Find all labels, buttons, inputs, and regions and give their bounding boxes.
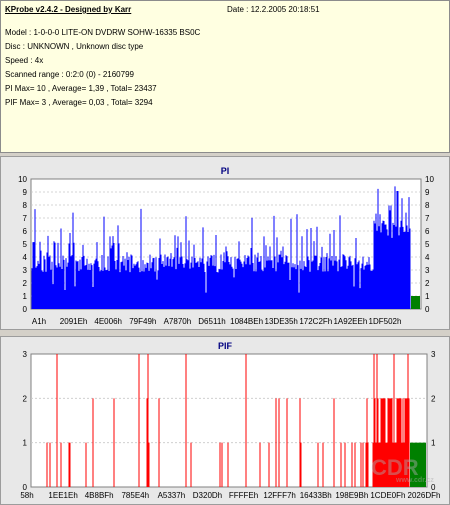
pif-chart-panel: PIF 0 0 1 1 2 2 3 3 58h 1EE1Eh 4B8BFh 785E4h A5337h D… [0,336,450,505]
pif-x-tick: 1CDE0Fh [370,491,405,500]
pi-y-tick-right: 4 [425,253,430,262]
watermark-url: www.cdr.cz [396,477,434,484]
pi-y-tick-left: 7 [23,214,28,223]
pi-x-tick: A1h [32,317,46,326]
pif-y-tick-left: 2 [23,394,28,403]
pi-x-tick: D6511h [198,317,225,326]
pi-x-tick: 1084BEh [230,317,263,326]
pi-y-tick-left: 0 [23,305,28,314]
pi-y-tick-right: 0 [425,305,430,314]
pi-x-tick: 172C2Fh [299,317,332,326]
pif-y-tick-right: 1 [431,439,436,448]
pi-y-tick-left: 10 [18,175,27,184]
pif-x-tick: FFFFEh [229,491,258,500]
pif-y-tick-right: 2 [431,394,436,403]
info-panel: KProbe v2.4.2 - Designed by Karr Date : … [0,0,450,153]
pif-x-tick: A5337h [158,491,186,500]
pi-y-tick-right: 6 [425,227,430,236]
pif-x-tick: 1EE1Eh [48,491,77,500]
pif-x-tick: 785E4h [121,491,149,500]
pi-y-tick-left: 9 [23,188,28,197]
pif-x-tick: 2026DFh [408,491,441,500]
pif-x-tick: 4B8BFh [85,491,114,500]
pi-x-tick: 13DE35h [265,317,298,326]
pi-chart-panel: PI 0 0 1 1 2 2 3 3 4 4 5 5 6 6 7 7 8 8 9 9 10 10 A1h 2091Eh 4E00… [0,156,450,330]
pi-y-tick-right: 9 [425,188,430,197]
pif-y-tick-right: 3 [431,350,436,359]
pif-x-tick: 58h [20,491,33,500]
pi-y-tick-left: 1 [23,292,28,301]
pi-y-tick-left: 2 [23,279,28,288]
pi-x-tick: 1A92EEh [333,317,367,326]
pif-stats-line: PIF Max= 3 , Average= 0,03 , Total= 3294 [5,98,153,107]
pi-y-tick-left: 4 [23,253,28,262]
pi-stats-line: PI Max= 10 , Average= 1,39 , Total= 2343… [5,84,157,93]
pif-x-tick: D320Dh [193,491,222,500]
pi-y-tick-right: 8 [425,201,430,210]
pif-x-tick: 16433Bh [300,491,332,500]
pi-y-tick-left: 6 [23,227,28,236]
pi-x-tick: 79F49h [129,317,156,326]
pi-y-tick-left: 8 [23,201,28,210]
disc-line: Disc : UNKNOWN , Unknown disc type [5,42,144,51]
pi-y-tick-right: 2 [425,279,430,288]
pi-speed-bar [411,296,420,309]
range-line: Scanned range : 0:2:0 (0) - 2160799 [5,70,134,79]
model-line: Model : 1-0-0-0 LITE-ON DVDRW SOHW-16335… [5,28,201,37]
pi-x-tick: A7870h [164,317,192,326]
pi-y-tick-right: 7 [425,214,430,223]
pi-x-tick: 1DF502h [369,317,402,326]
pi-y-tick-right: 3 [425,266,430,275]
pif-x-tick: 198E9Bh [335,491,368,500]
pif-y-tick-left: 3 [23,350,28,359]
pi-y-tick-right: 10 [425,175,434,184]
speed-line: Speed : 4x [5,56,44,65]
pif-y-tick-left: 1 [23,439,28,448]
pi-x-tick: 2091Eh [60,317,88,326]
pif-x-tick: 12FFF7h [263,491,295,500]
pi-y-tick-left: 5 [23,240,28,249]
scan-date: Date : 12.2.2005 20:18:51 [227,5,320,14]
pi-y-tick-right: 5 [425,240,430,249]
app-title: KProbe v2.4.2 - Designed by Karr [5,5,132,14]
pi-y-tick-left: 3 [23,266,28,275]
pi-y-tick-right: 1 [425,292,430,301]
pi-x-tick: 4E006h [94,317,122,326]
pi-chart: 0 0 1 1 2 2 3 3 4 4 5 5 6 6 7 7 8 8 9 9 10 10 A1h 2091Eh 4E006h 7… [18,175,434,326]
